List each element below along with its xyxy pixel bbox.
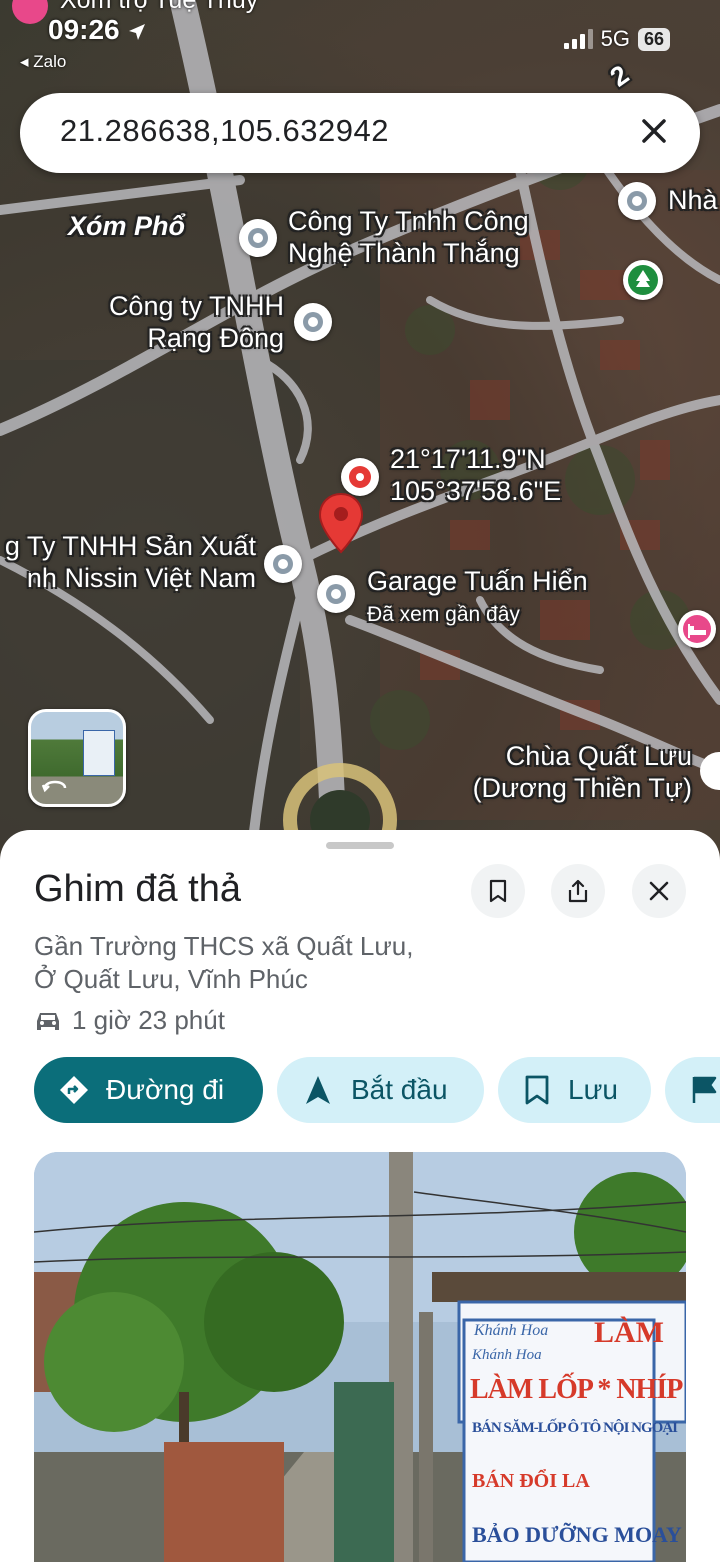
dropped-pin-icon[interactable] — [318, 492, 364, 554]
label-line: g Ty TNHH Sản Xuất — [4, 531, 256, 561]
car-icon — [37, 1012, 59, 1030]
label-line: Công ty TNHH — [108, 291, 284, 321]
address-line-1: Gần Trường THCS xã Quất Lưu, — [34, 931, 414, 961]
status-indicators: 5G 66 — [563, 26, 670, 52]
more-action-button[interactable] — [665, 1057, 720, 1123]
coordinate-marker[interactable] — [341, 458, 379, 496]
map-label-thanh-thang[interactable]: Công Ty Tnhh Công Nghệ Thành Thắng — [288, 205, 529, 269]
save-bookmark-button[interactable] — [471, 864, 525, 918]
start-label: Bắt đầu — [351, 1074, 448, 1105]
bed-icon — [683, 615, 711, 643]
close-icon — [649, 881, 669, 901]
label-line: nh Nissin Việt Nam — [26, 563, 256, 593]
clear-search-icon[interactable] — [634, 111, 674, 151]
place-pin-icon[interactable] — [317, 575, 355, 613]
sign-text: BÁN SĂM-LỐP Ô TÔ NỘI NGOẠI — [472, 1420, 678, 1436]
location-arrow-icon — [129, 23, 146, 40]
label-line: 105°37'58.6"E — [390, 476, 562, 506]
street-photo-scene — [34, 1152, 686, 1562]
map-label-nha[interactable]: Nhà — [668, 184, 718, 216]
status-notification-text: Xóm trọ Tuệ Thủy — [60, 0, 259, 14]
street-view-thumbnail[interactable] — [28, 709, 126, 807]
label-line: Rạng Đông — [147, 323, 284, 353]
sign-text: Khánh Hoa — [474, 1322, 549, 1339]
map-view[interactable]: Xóm trọ Tuệ Thủy 09:26 ◂ Zalo 5G 66 21.2… — [0, 0, 720, 870]
close-sheet-button[interactable] — [632, 864, 686, 918]
navigation-arrow-icon — [306, 1076, 330, 1104]
place-pin-icon[interactable] — [239, 219, 277, 257]
save-button[interactable]: Lưu — [498, 1057, 651, 1123]
map-label-xom-pho: Xóm Phổ — [68, 211, 186, 241]
place-details-sheet[interactable]: Ghim đã thả Gần Trường THCS xã Quất Lưu,… — [0, 830, 720, 1562]
sign-text: BÁN ĐỔI LA — [472, 1470, 590, 1492]
hotel-marker[interactable] — [678, 610, 716, 648]
action-chips: Đường đi Bắt đầu Lưu — [34, 1057, 720, 1125]
start-button[interactable]: Bắt đầu — [277, 1057, 484, 1123]
place-title: Ghim đã thả — [34, 868, 241, 910]
bookmark-icon — [489, 879, 507, 903]
label-line: Nghệ Thành Thắng — [288, 238, 520, 268]
place-pin-icon[interactable] — [264, 545, 302, 583]
save-label: Lưu — [568, 1074, 618, 1105]
back-to-app-link[interactable]: ◂ Zalo — [20, 52, 66, 72]
street-view-rotate-icon — [41, 780, 67, 793]
network-type: 5G — [600, 26, 630, 51]
label-line: Chùa Quất Lưu — [505, 741, 692, 771]
map-label-nissin[interactable]: g Ty TNHH Sản Xuất nh Nissin Việt Nam — [0, 530, 256, 594]
place-pin-icon[interactable] — [618, 182, 656, 220]
share-button[interactable] — [551, 864, 605, 918]
thumbnail-sign — [83, 730, 115, 776]
sign-text: Khánh Hoa — [472, 1347, 542, 1363]
drive-time: 1 giờ 23 phút — [34, 1005, 225, 1036]
street-view-photo[interactable]: Khánh Hoa LÀM Khánh Hoa LÀM LỐP * NHÍP B… — [34, 1152, 686, 1562]
status-time: 09:26 — [48, 14, 147, 46]
address-line-2: Ở Quất Lưu, Vĩnh Phúc — [34, 964, 308, 994]
directions-label: Đường đi — [106, 1074, 225, 1105]
label-line: Công Ty Tnhh Công — [288, 206, 529, 236]
share-icon — [568, 879, 588, 903]
status-time-text: 09:26 — [48, 14, 120, 45]
signal-strength-icon — [563, 29, 593, 49]
red-dot-icon — [349, 466, 371, 488]
place-pin-icon[interactable] — [294, 303, 332, 341]
park-marker[interactable] — [623, 260, 663, 300]
map-label-garage-sub: Đã xem gần đây — [367, 603, 520, 626]
label-line: 21°17'11.9"N — [390, 444, 546, 474]
label-line: (Dương Thiền Tự) — [472, 773, 692, 803]
sign-text: LÀM — [594, 1316, 664, 1349]
map-label-rang-dong[interactable]: Công ty TNHH Rạng Đông — [80, 290, 284, 354]
drive-time-text: 1 giờ 23 phút — [72, 1005, 225, 1035]
back-app-label: Zalo — [33, 52, 67, 71]
sign-text: LÀM LỐP * NHÍP — [470, 1374, 683, 1405]
map-label-chua[interactable]: Chùa Quất Lưu (Dương Thiền Tự) — [440, 740, 692, 804]
bookmark-icon — [525, 1075, 549, 1105]
flag-icon — [692, 1076, 717, 1103]
map-label-coordinates: 21°17'11.9"N 105°37'58.6"E — [390, 443, 561, 507]
directions-icon — [60, 1076, 88, 1104]
sign-text: BẢO DƯỠNG MOAY — [472, 1522, 682, 1547]
place-address: Gần Trường THCS xã Quất Lưu, Ở Quất Lưu,… — [34, 930, 413, 996]
map-label-garage[interactable]: Garage Tuấn Hiển — [367, 565, 588, 597]
directions-button[interactable]: Đường đi — [34, 1057, 263, 1123]
search-bar[interactable]: 21.286638,105.632942 — [20, 93, 700, 173]
sheet-drag-handle[interactable] — [326, 842, 394, 849]
search-query-text[interactable]: 21.286638,105.632942 — [60, 113, 389, 149]
battery-indicator: 66 — [637, 27, 670, 51]
tree-icon — [628, 265, 658, 295]
